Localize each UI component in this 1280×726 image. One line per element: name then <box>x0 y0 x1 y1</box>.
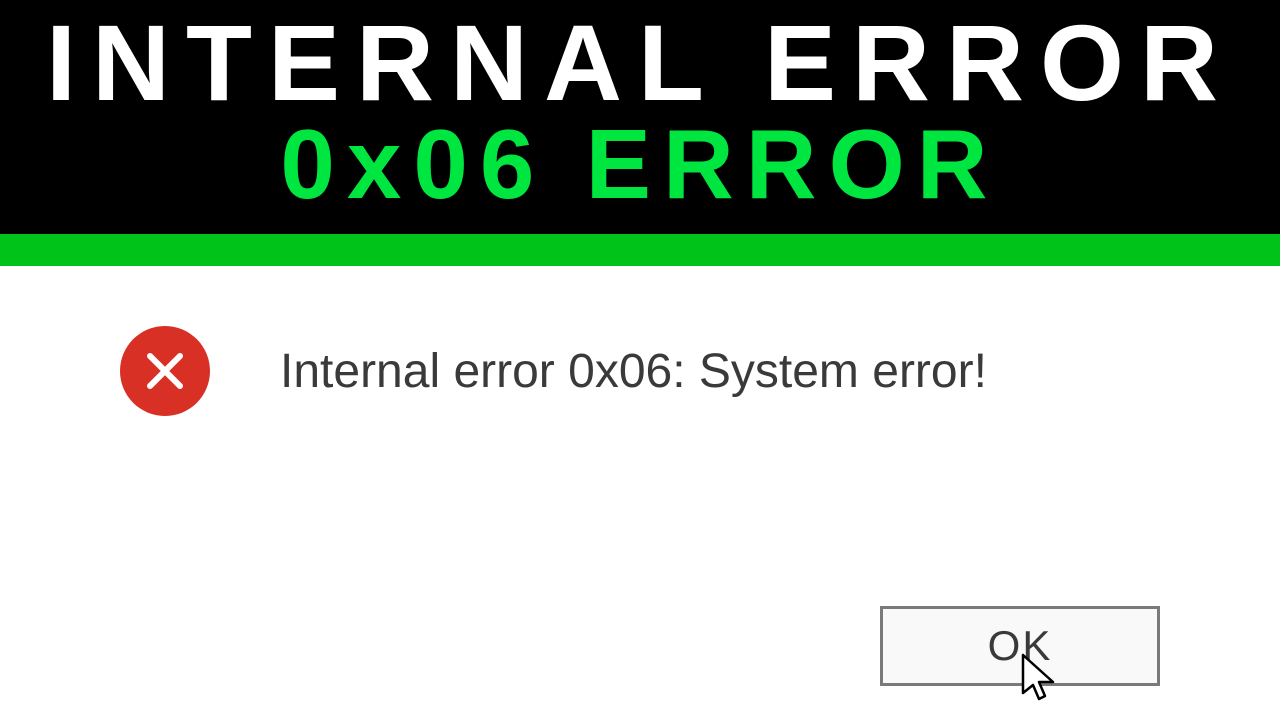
error-dialog: Internal error 0x06: System error! OK <box>0 266 1280 726</box>
ok-button[interactable]: OK <box>880 606 1160 686</box>
banner-title-line-1: INTERNAL ERROR <box>18 6 1262 119</box>
accent-bar <box>0 234 1280 266</box>
dialog-message: Internal error 0x06: System error! <box>280 344 987 399</box>
title-banner: INTERNAL ERROR 0x06 ERROR <box>0 0 1280 234</box>
banner-title-line-2: 0x06 ERROR <box>18 113 1262 216</box>
dialog-button-row: OK <box>880 606 1160 686</box>
error-icon <box>120 326 210 416</box>
dialog-content: Internal error 0x06: System error! <box>0 266 1280 416</box>
